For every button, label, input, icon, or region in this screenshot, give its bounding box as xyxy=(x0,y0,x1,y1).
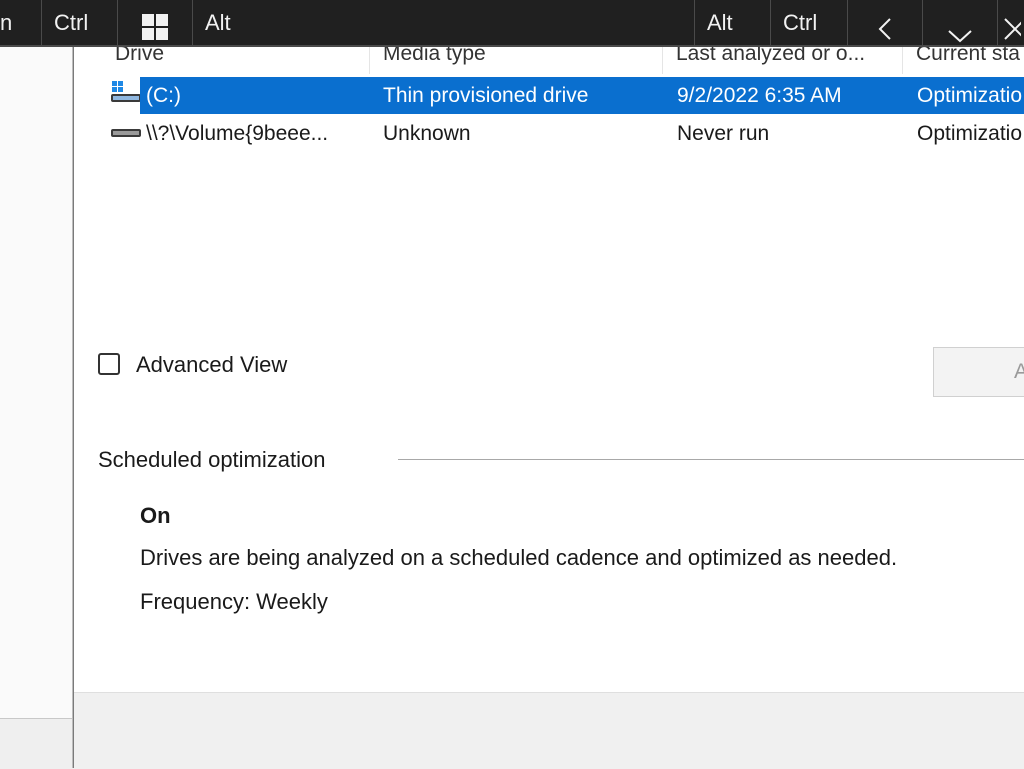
drive-row-c[interactable]: (C:) Thin provisioned drive 9/2/2022 6:3… xyxy=(140,77,1024,114)
advanced-view-label[interactable]: Advanced View xyxy=(136,352,287,378)
last-analyzed: 9/2/2022 6:35 AM xyxy=(677,84,842,107)
advanced-view-checkbox[interactable] xyxy=(98,353,120,375)
arrow-left-key[interactable] xyxy=(848,0,923,45)
schedule-status: On xyxy=(140,503,171,528)
close-key[interactable] xyxy=(998,0,1024,45)
drive-icon xyxy=(110,125,142,146)
windows-drive-icon xyxy=(110,80,142,111)
background-window-footer xyxy=(0,718,72,769)
windows-key[interactable] xyxy=(118,0,193,45)
arrow-down-key[interactable] xyxy=(923,0,998,45)
background-window xyxy=(0,0,73,768)
chevron-left-icon xyxy=(878,11,892,56)
current-status: Optimizatio xyxy=(917,84,1023,107)
drive-name: \\?\Volume{9beee... xyxy=(146,122,329,145)
last-analyzed: Never run xyxy=(677,122,770,145)
current-status: Optimizatio xyxy=(917,122,1023,145)
ctrl-key-left[interactable]: Ctrl xyxy=(42,0,118,45)
key-partial[interactable]: n xyxy=(0,0,42,45)
drive-row-volume[interactable]: \\?\Volume{9beee... Unknown Never run Op… xyxy=(140,115,1024,152)
close-icon xyxy=(1001,11,1024,56)
chevron-down-icon xyxy=(947,13,973,58)
schedule-frequency: Frequency: Weekly xyxy=(140,589,328,614)
dialog-footer xyxy=(74,692,1024,769)
drive-name: (C:) xyxy=(146,84,181,107)
analyze-button[interactable]: A xyxy=(933,347,1024,397)
media-type: Unknown xyxy=(383,122,471,145)
ctrl-key-right[interactable]: Ctrl xyxy=(771,0,848,45)
scheduled-optimization-title: Scheduled optimization xyxy=(98,447,326,472)
schedule-description: Drives are being analyzed on a scheduled… xyxy=(140,545,898,570)
keyboard-toolbar: n Ctrl Alt Alt Ctrl xyxy=(0,0,1024,47)
alt-key-right[interactable]: Alt xyxy=(695,0,771,45)
media-type: Thin provisioned drive xyxy=(383,84,589,107)
windows-icon xyxy=(142,10,168,55)
alt-key-left[interactable]: Alt xyxy=(193,0,313,45)
section-divider xyxy=(398,459,1024,460)
